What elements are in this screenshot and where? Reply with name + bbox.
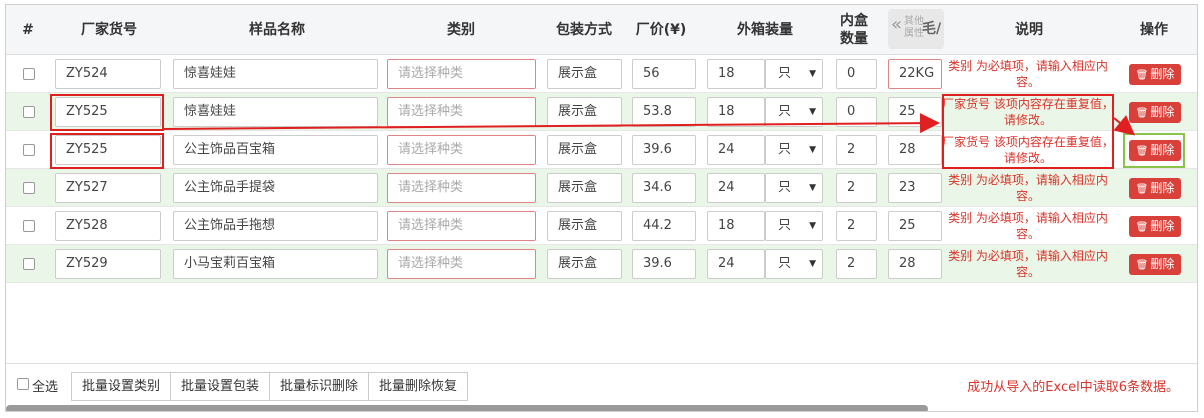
arrow-note-to-delete [1113, 115, 1136, 136]
batch-set-packaging-button[interactable]: 批量设置包装 [170, 372, 270, 401]
import-status-message: 成功从导入的Excel中读取6条数据。 [967, 380, 1179, 395]
batch-set-category-button[interactable]: 批量设置类别 [71, 372, 171, 401]
batch-restore-button[interactable]: 批量删除恢复 [368, 372, 468, 401]
select-all-checkbox[interactable] [17, 378, 29, 390]
import-table-panel: # 厂家货号 样品名称 类别 包装方式 厂价(¥) 外箱装量 内盒 数量 « 其… [5, 4, 1198, 412]
annotation-arrows [163, 113, 1136, 136]
select-all-label[interactable]: 全选 [32, 376, 58, 395]
horizontal-scrollbar[interactable] [6, 405, 928, 411]
table-footer: 全选 批量设置类别 批量设置包装 批量标识删除 批量删除恢复 成功从导入的Exc… [6, 363, 1197, 403]
arrow-sku-to-note [163, 113, 940, 134]
batch-mark-delete-button[interactable]: 批量标识删除 [269, 372, 369, 401]
